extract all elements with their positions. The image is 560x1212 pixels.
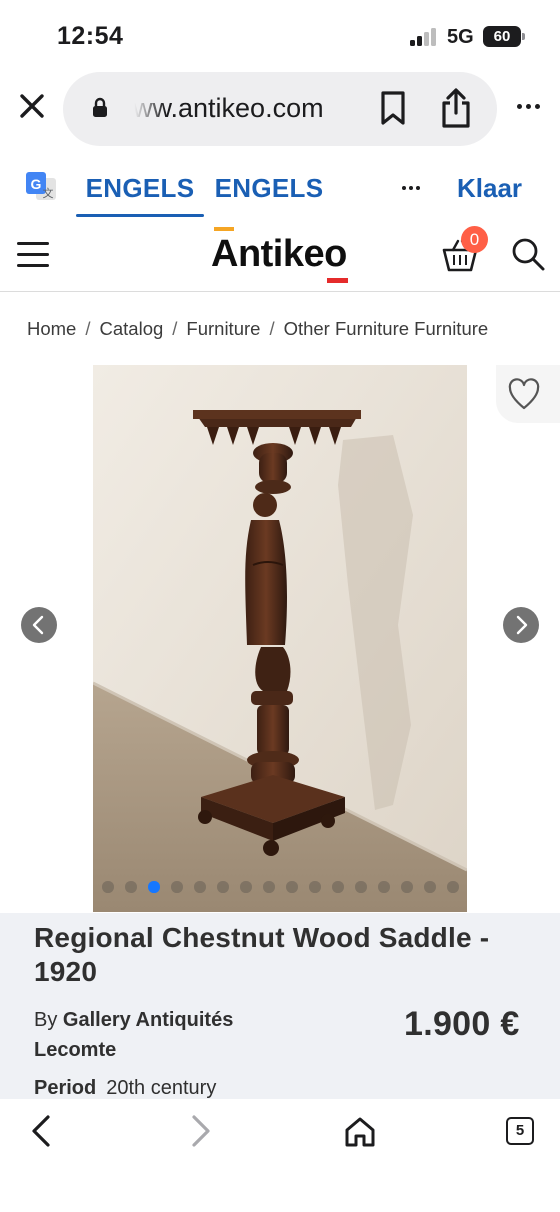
- share-icon[interactable]: [439, 87, 473, 129]
- breadcrumb-separator: /: [172, 318, 178, 339]
- tab-source-language[interactable]: ENGELS: [76, 160, 204, 218]
- product-info: Regional Chestnut Wood Saddle - 1920 By …: [0, 913, 560, 1099]
- favorite-button[interactable]: [496, 365, 560, 423]
- gallery-dot[interactable]: [263, 881, 275, 893]
- breadcrumb-separator: /: [269, 318, 275, 339]
- image-gallery: [0, 365, 560, 913]
- gallery-dot[interactable]: [355, 881, 367, 893]
- signal-icon: [410, 28, 438, 46]
- url-text: ww.antikeo.com: [133, 93, 324, 123]
- more-options-icon[interactable]: [512, 90, 544, 122]
- status-time: 12:54: [57, 22, 124, 50]
- bookmark-icon[interactable]: [378, 90, 408, 126]
- seller-name[interactable]: Gallery Antiquités Lecomte: [34, 1009, 233, 1061]
- svg-text:文: 文: [43, 186, 54, 200]
- period-row: Period 20th century: [34, 1077, 216, 1100]
- gallery-dot[interactable]: [148, 881, 160, 893]
- breadcrumb-separator: /: [85, 318, 91, 339]
- cart-count-badge: 0: [461, 226, 488, 253]
- tab-target-language-label: ENGELS: [214, 173, 324, 203]
- chevron-left-icon: [32, 615, 44, 635]
- gallery-dot[interactable]: [125, 881, 137, 893]
- tab-source-language-label: ENGELS: [85, 173, 195, 203]
- chevron-right-icon: [516, 615, 528, 635]
- done-button[interactable]: Klaar: [457, 160, 522, 216]
- forward-icon[interactable]: [180, 1112, 220, 1152]
- svg-text:G: G: [31, 176, 42, 192]
- gallery-dot[interactable]: [378, 881, 390, 893]
- close-icon: [20, 94, 44, 118]
- battery-icon: 60: [483, 26, 525, 47]
- search-icon[interactable]: [510, 236, 546, 272]
- browser-toolbar: 5: [0, 1099, 560, 1212]
- logo-accent-red: [327, 278, 348, 283]
- gallery-dot[interactable]: [217, 881, 229, 893]
- product-photo[interactable]: [93, 365, 467, 912]
- tab-target-language[interactable]: ENGELS: [210, 160, 328, 218]
- period-label: Period: [34, 1077, 97, 1099]
- url-fade: [131, 86, 165, 130]
- pedestal-image: [93, 365, 467, 912]
- gallery-dot[interactable]: [240, 881, 252, 893]
- tab-active-indicator: [76, 214, 204, 217]
- logo-accent-orange: [214, 227, 234, 231]
- gallery-next-button[interactable]: [503, 607, 539, 643]
- hamburger-menu-icon[interactable]: [17, 242, 49, 268]
- product-price: 1.900 €: [404, 1005, 520, 1043]
- gallery-pagination: [102, 881, 459, 893]
- logo-text: Antikeo: [211, 233, 347, 275]
- tabs-button[interactable]: 5: [506, 1117, 534, 1145]
- translate-more-icon[interactable]: [402, 180, 426, 196]
- breadcrumb: Home / Catalog / Furniture / Other Furniture F…: [27, 318, 488, 340]
- gallery-dot[interactable]: [401, 881, 413, 893]
- site-logo[interactable]: Antikeo: [211, 225, 351, 285]
- close-button[interactable]: [14, 88, 50, 124]
- gallery-dot[interactable]: [102, 881, 114, 893]
- google-translate-icon: G 文: [26, 172, 56, 200]
- breadcrumb-home[interactable]: Home: [27, 318, 76, 339]
- address-bar[interactable]: ww.antikeo.com: [63, 72, 497, 146]
- gallery-dot[interactable]: [309, 881, 321, 893]
- period-value: 20th century: [106, 1077, 217, 1099]
- gallery-prev-button[interactable]: [21, 607, 57, 643]
- gallery-dot[interactable]: [332, 881, 344, 893]
- status-bar: 12:54 5G 60: [0, 0, 560, 70]
- home-icon[interactable]: [340, 1112, 380, 1152]
- translate-bar: G 文 ENGELS ENGELS Klaar: [0, 160, 560, 218]
- browser-bar: ww.antikeo.com: [0, 70, 560, 150]
- gallery-dot[interactable]: [286, 881, 298, 893]
- gallery-dot[interactable]: [171, 881, 183, 893]
- lock-icon: [93, 97, 107, 117]
- product-title: Regional Chestnut Wood Saddle - 1920: [34, 922, 490, 987]
- seller-info: By Gallery Antiquités Lecomte: [34, 1005, 294, 1065]
- back-icon[interactable]: [22, 1112, 62, 1152]
- gallery-dot[interactable]: [447, 881, 459, 893]
- network-label: 5G: [447, 26, 474, 48]
- breadcrumb-catalog[interactable]: Catalog: [100, 318, 164, 339]
- breadcrumb-current[interactable]: Other Furniture Furniture: [284, 318, 489, 339]
- gallery-dot[interactable]: [424, 881, 436, 893]
- gallery-dot[interactable]: [194, 881, 206, 893]
- seller-prefix: By: [34, 1009, 58, 1031]
- heart-icon: [508, 378, 540, 410]
- site-header: Antikeo 0: [0, 222, 560, 292]
- breadcrumb-furniture[interactable]: Furniture: [186, 318, 260, 339]
